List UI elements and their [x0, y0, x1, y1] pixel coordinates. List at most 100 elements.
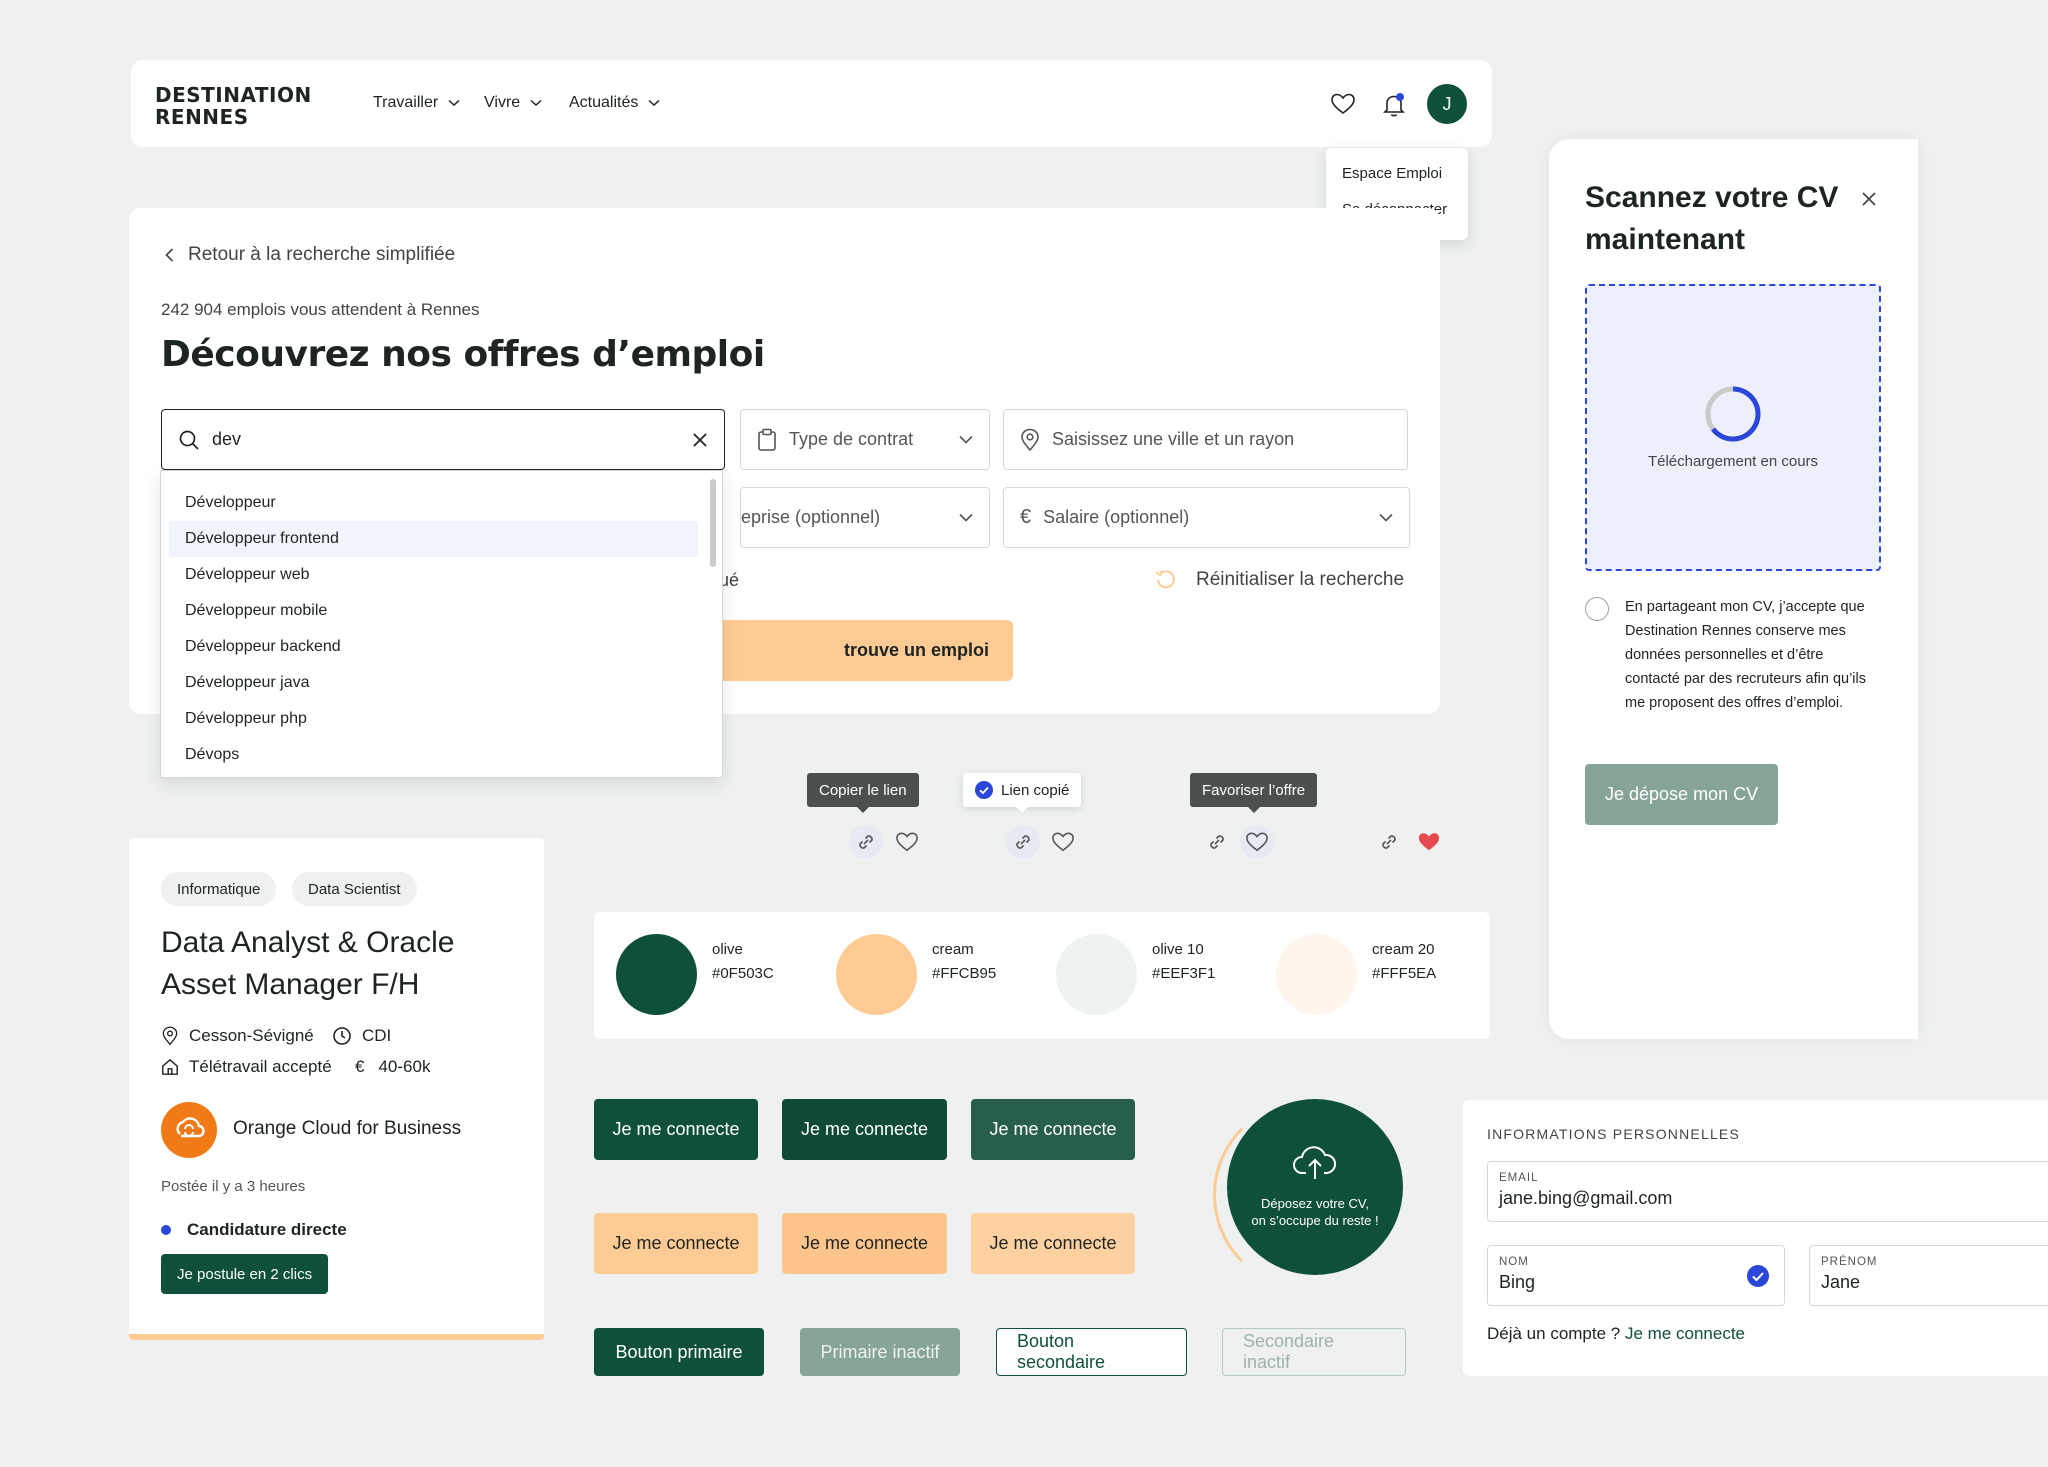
suggestion-item[interactable]: Développeur backend	[169, 629, 698, 665]
suggestion-item[interactable]: Développeur web	[169, 557, 698, 593]
lastname-field[interactable]: NOM Bing	[1487, 1245, 1785, 1306]
copy-link-tooltip: Copier le lien	[807, 773, 919, 813]
firstname-value: Jane	[1821, 1272, 1861, 1292]
color-hex: #FFCB95	[932, 965, 997, 982]
color-name: cream	[932, 941, 974, 958]
clear-icon[interactable]	[692, 432, 708, 448]
nav-item-label: Vivre	[484, 94, 521, 111]
secondary-button-disabled[interactable]: Secondaire inactif	[1222, 1328, 1406, 1376]
notification-bell-icon[interactable]	[1382, 92, 1406, 118]
nav-item-travailler[interactable]: Travailler	[373, 94, 460, 112]
color-hex: #0F503C	[712, 965, 774, 982]
tag-chip[interactable]: Informatique	[161, 872, 277, 906]
contract-text: CDI	[362, 1026, 392, 1045]
upload-status-text: Téléchargement en cours	[1647, 453, 1819, 470]
link-icon[interactable]	[1006, 825, 1040, 859]
suggestion-item[interactable]: Développeur mobile	[169, 593, 698, 629]
posted-time: Postée il y a 3 heures	[161, 1178, 306, 1195]
job-remote: Télétravail accepté	[161, 1057, 332, 1077]
company-logo	[161, 1102, 217, 1158]
home-icon	[162, 1058, 178, 1075]
back-to-simple-search-link[interactable]: Retour à la recherche simplifiée	[165, 244, 455, 266]
submit-cv-button-disabled[interactable]: Je dépose mon CV	[1585, 764, 1779, 825]
map-pin-icon	[162, 1026, 178, 1046]
close-icon[interactable]	[1861, 191, 1877, 207]
link-icon[interactable]	[1372, 825, 1406, 859]
suggestion-item[interactable]: Développeur frontend	[169, 521, 698, 557]
color-swatch	[616, 934, 697, 1015]
find-job-button[interactable]: trouve un emploi	[709, 620, 1013, 681]
autocomplete-dropdown: Développeur Développeur frontend Développe…	[160, 470, 723, 778]
color-swatch-label: cream 20 #FFF5EA	[1372, 938, 1436, 986]
link-copied-label: Lien copié	[1001, 781, 1070, 799]
login-button-default[interactable]: Je me connecte	[594, 1099, 758, 1160]
suggestion-item[interactable]: Développeur java	[169, 665, 698, 701]
euro-icon: €	[1020, 506, 1032, 528]
nav-item-label: Travailler	[373, 94, 439, 111]
job-title[interactable]: Data Analyst & Oracle Asset Manager F/H	[161, 922, 521, 1006]
chevron-left-icon	[165, 248, 174, 262]
contract-type-select[interactable]: Type de contrat	[740, 409, 990, 470]
top-navigation-bar: DESTINATION RENNES Travailler Vivre Actu…	[131, 60, 1492, 147]
login-button-orange-pressed[interactable]: Je me connecte	[971, 1213, 1135, 1274]
chevron-down-icon	[448, 99, 460, 107]
suggestion-item[interactable]: Dévops	[169, 737, 698, 773]
favorite-heart-icon[interactable]	[1046, 825, 1080, 859]
already-account-text: Déjà un compte ? Je me connecte	[1487, 1324, 1745, 1344]
cv-dropzone[interactable]: Téléchargement en cours	[1585, 284, 1881, 571]
page-title: Découvrez nos offres d’emploi	[161, 334, 765, 375]
search-query-value: dev	[212, 429, 242, 449]
email-field[interactable]: EMAIL jane.bing@gmail.com	[1487, 1161, 2048, 1222]
salary-select[interactable]: € Salaire (optionnel)	[1003, 487, 1410, 548]
color-swatch	[1056, 934, 1137, 1015]
login-button-hover[interactable]: Je me connecte	[782, 1099, 947, 1160]
color-swatch-label: olive 10 #EEF3F1	[1152, 938, 1215, 986]
email-label: EMAIL	[1499, 1172, 1539, 1184]
keyword-search-input[interactable]: dev	[161, 409, 725, 470]
favorites-heart-icon[interactable]	[1330, 92, 1356, 116]
quick-apply-button[interactable]: Je postule en 2 clics	[161, 1254, 329, 1294]
salary-text: 40-60k	[378, 1057, 431, 1076]
cv-upload-dropzone[interactable]: Déposez votre CV, on s’occupe du reste !	[1227, 1099, 1403, 1275]
color-swatch-label: cream #FFCB95	[932, 938, 996, 986]
job-offer-card[interactable]: Informatique Data Scientist Data Analyst…	[129, 838, 544, 1340]
location-input[interactable]: Saisissez une ville et un rayon	[1003, 409, 1408, 470]
suggestion-item[interactable]: Développeur php	[169, 701, 698, 737]
user-avatar[interactable]: J	[1427, 84, 1467, 124]
dropdown-scrollbar[interactable]	[710, 479, 716, 567]
consent-radio[interactable]	[1585, 597, 1609, 621]
favorite-heart-icon[interactable]	[890, 825, 924, 859]
logo-line-2: RENNES	[155, 105, 249, 129]
check-circle-icon	[975, 781, 993, 799]
personal-info-form: INFORMATIONS PERSONNELLES EMAIL jane.bin…	[1463, 1100, 2048, 1376]
favorited-heart-icon[interactable]	[1412, 825, 1446, 859]
menu-item-espace-emploi[interactable]: Espace Emploi	[1342, 164, 1452, 200]
link-icon[interactable]	[1200, 825, 1234, 859]
company-select[interactable]: eprise (optionnel)	[740, 487, 990, 548]
nav-item-actualites[interactable]: Actualités	[569, 94, 660, 112]
color-swatch	[1276, 934, 1357, 1015]
secondary-button[interactable]: Bouton secondaire	[996, 1328, 1187, 1376]
back-link-label: Retour à la recherche simplifiée	[188, 244, 456, 265]
primary-button-disabled[interactable]: Primaire inactif	[800, 1328, 960, 1376]
suggestion-list: Développeur Développeur frontend Développe…	[161, 485, 722, 773]
clock-icon	[333, 1027, 351, 1045]
login-button-orange-hover[interactable]: Je me connecte	[782, 1213, 947, 1274]
find-job-label: trouve un emploi	[843, 640, 989, 660]
company-name[interactable]: Orange Cloud for Business	[233, 1118, 461, 1140]
nav-item-vivre[interactable]: Vivre	[484, 94, 542, 112]
login-link[interactable]: Je me connecte	[1625, 1324, 1745, 1343]
login-button-pressed[interactable]: Je me connecte	[971, 1099, 1135, 1160]
tag-chip[interactable]: Data Scientist	[292, 872, 417, 906]
primary-button[interactable]: Bouton primaire	[594, 1328, 764, 1376]
suggestion-item[interactable]: Développeur	[169, 485, 698, 521]
destination-rennes-logo[interactable]: DESTINATION RENNES	[155, 84, 312, 128]
link-icon[interactable]	[849, 825, 883, 859]
reset-search-button[interactable]: Réinitialiser la recherche	[1154, 568, 1404, 592]
consent-text: En partageant mon CV, j’accepte que Dest…	[1625, 599, 1866, 711]
firstname-field[interactable]: PRÉNOM Jane	[1809, 1245, 2048, 1306]
application-type-label: Candidature directe	[187, 1220, 347, 1239]
login-button-orange-default[interactable]: Je me connecte	[594, 1213, 758, 1274]
lastname-label: NOM	[1499, 1256, 1529, 1268]
favorite-heart-icon[interactable]	[1240, 825, 1274, 859]
